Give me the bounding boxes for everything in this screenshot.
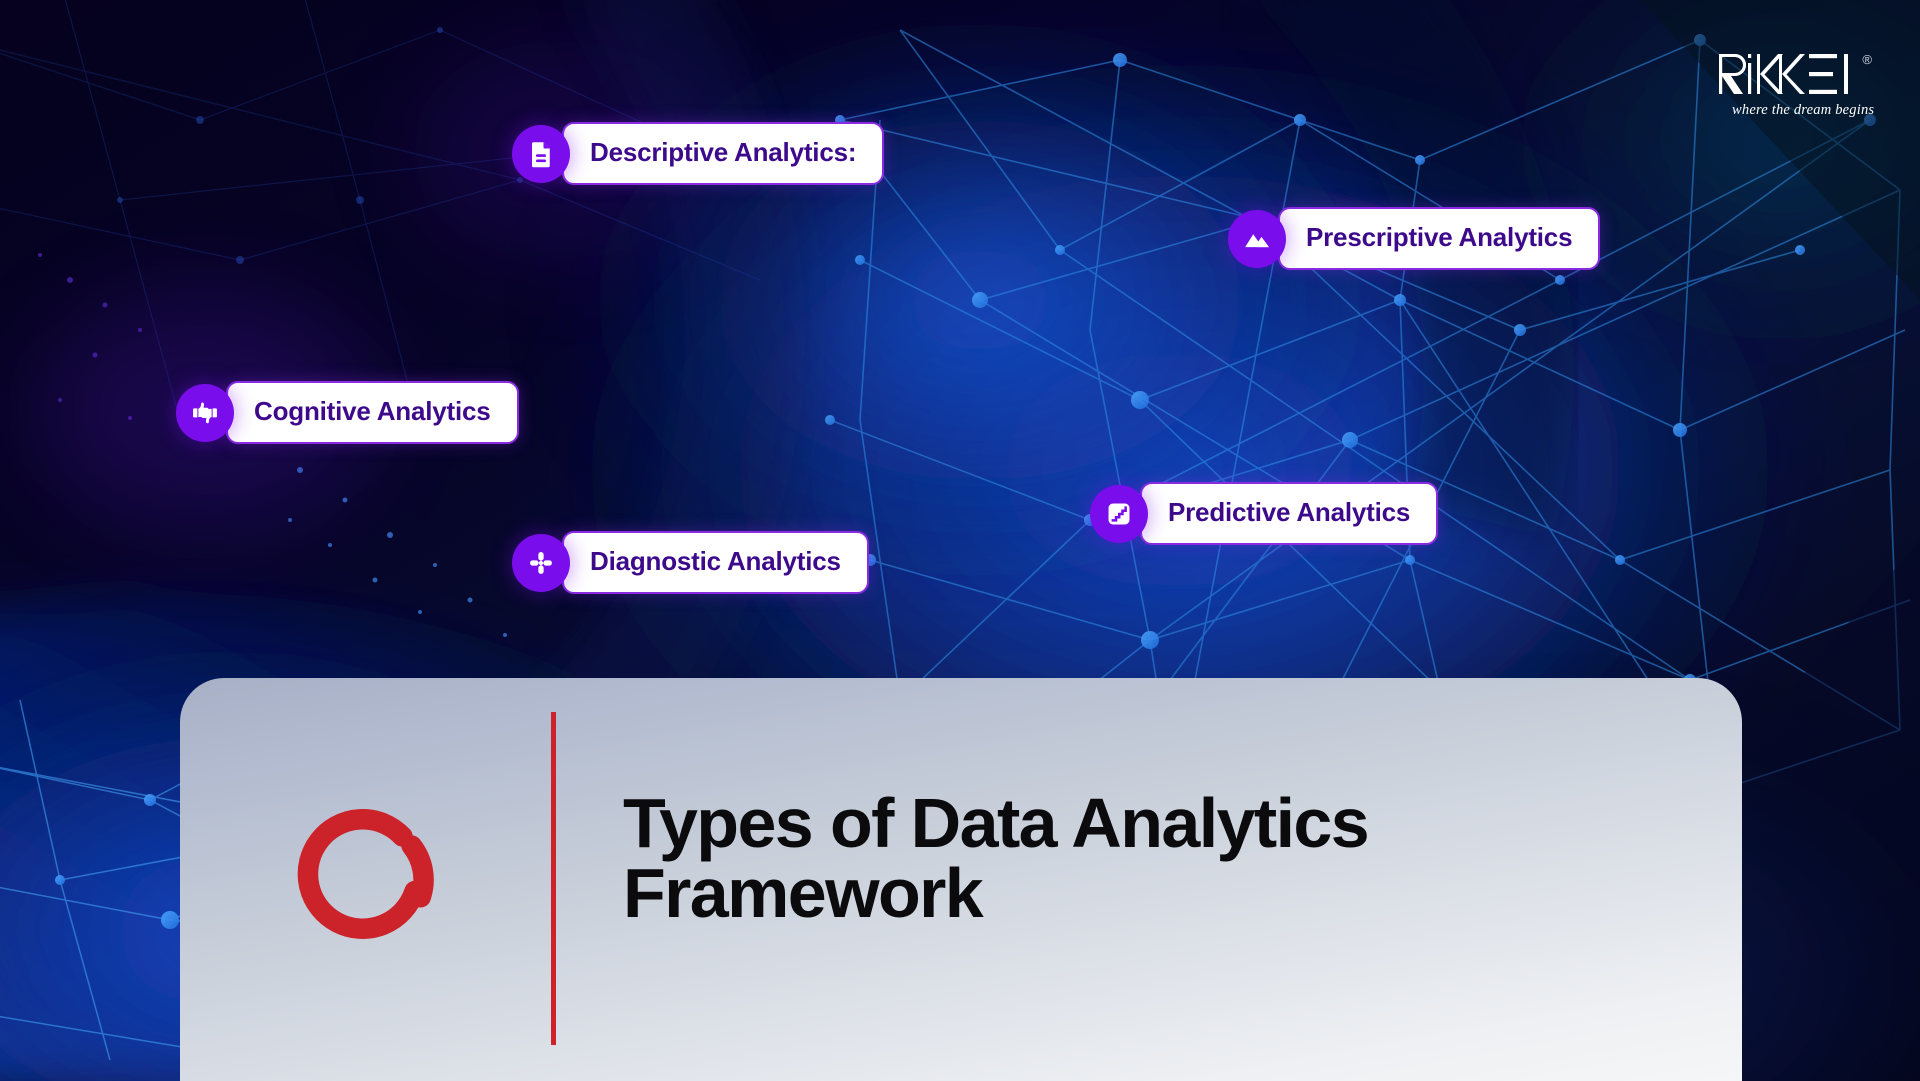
rikkei-logo-mark bbox=[1719, 54, 1848, 94]
chip-prescriptive-analytics[interactable]: Prescriptive Analytics bbox=[1228, 207, 1601, 270]
title-panel: Types of Data Analytics Framework bbox=[180, 678, 1742, 1081]
page-title: Types of Data Analytics Framework bbox=[623, 788, 1623, 928]
mountain-image-icon bbox=[1228, 209, 1286, 268]
chip-label-cognitive-analytics: Cognitive Analytics bbox=[226, 381, 519, 444]
chip-label-diagnostic-analytics: Diagnostic Analytics bbox=[562, 531, 869, 594]
chip-label-prescriptive-analytics: Prescriptive Analytics bbox=[1278, 207, 1601, 270]
chip-cognitive-analytics[interactable]: Cognitive Analytics bbox=[176, 381, 519, 444]
chip-descriptive-analytics[interactable]: Descriptive Analytics: bbox=[512, 122, 885, 185]
rikkei-circle-mark-icon bbox=[293, 803, 445, 955]
rikkei-logo: ® where the dream begins bbox=[1716, 50, 1876, 125]
page-title-line-1: Types of Data Analytics bbox=[623, 784, 1370, 862]
red-divider bbox=[551, 712, 556, 1045]
chip-diagnostic-analytics[interactable]: Diagnostic Analytics bbox=[512, 531, 869, 594]
slide-canvas: ® where the dream begins Descriptive Ana… bbox=[0, 0, 1920, 1081]
chip-label-predictive-analytics: Predictive Analytics bbox=[1140, 482, 1439, 545]
page-title-line-2: Framework bbox=[623, 854, 984, 932]
logo-tagline: where the dream begins bbox=[1732, 102, 1875, 118]
chip-predictive-analytics[interactable]: Predictive Analytics bbox=[1090, 482, 1439, 545]
thumbs-up-down-icon bbox=[176, 383, 234, 442]
plus-cluster-icon bbox=[512, 533, 570, 592]
stairs-steps-icon bbox=[1090, 484, 1148, 543]
registered-trademark-icon: ® bbox=[1862, 52, 1872, 67]
document-icon bbox=[512, 124, 570, 183]
chip-label-descriptive-analytics: Descriptive Analytics: bbox=[562, 122, 885, 185]
